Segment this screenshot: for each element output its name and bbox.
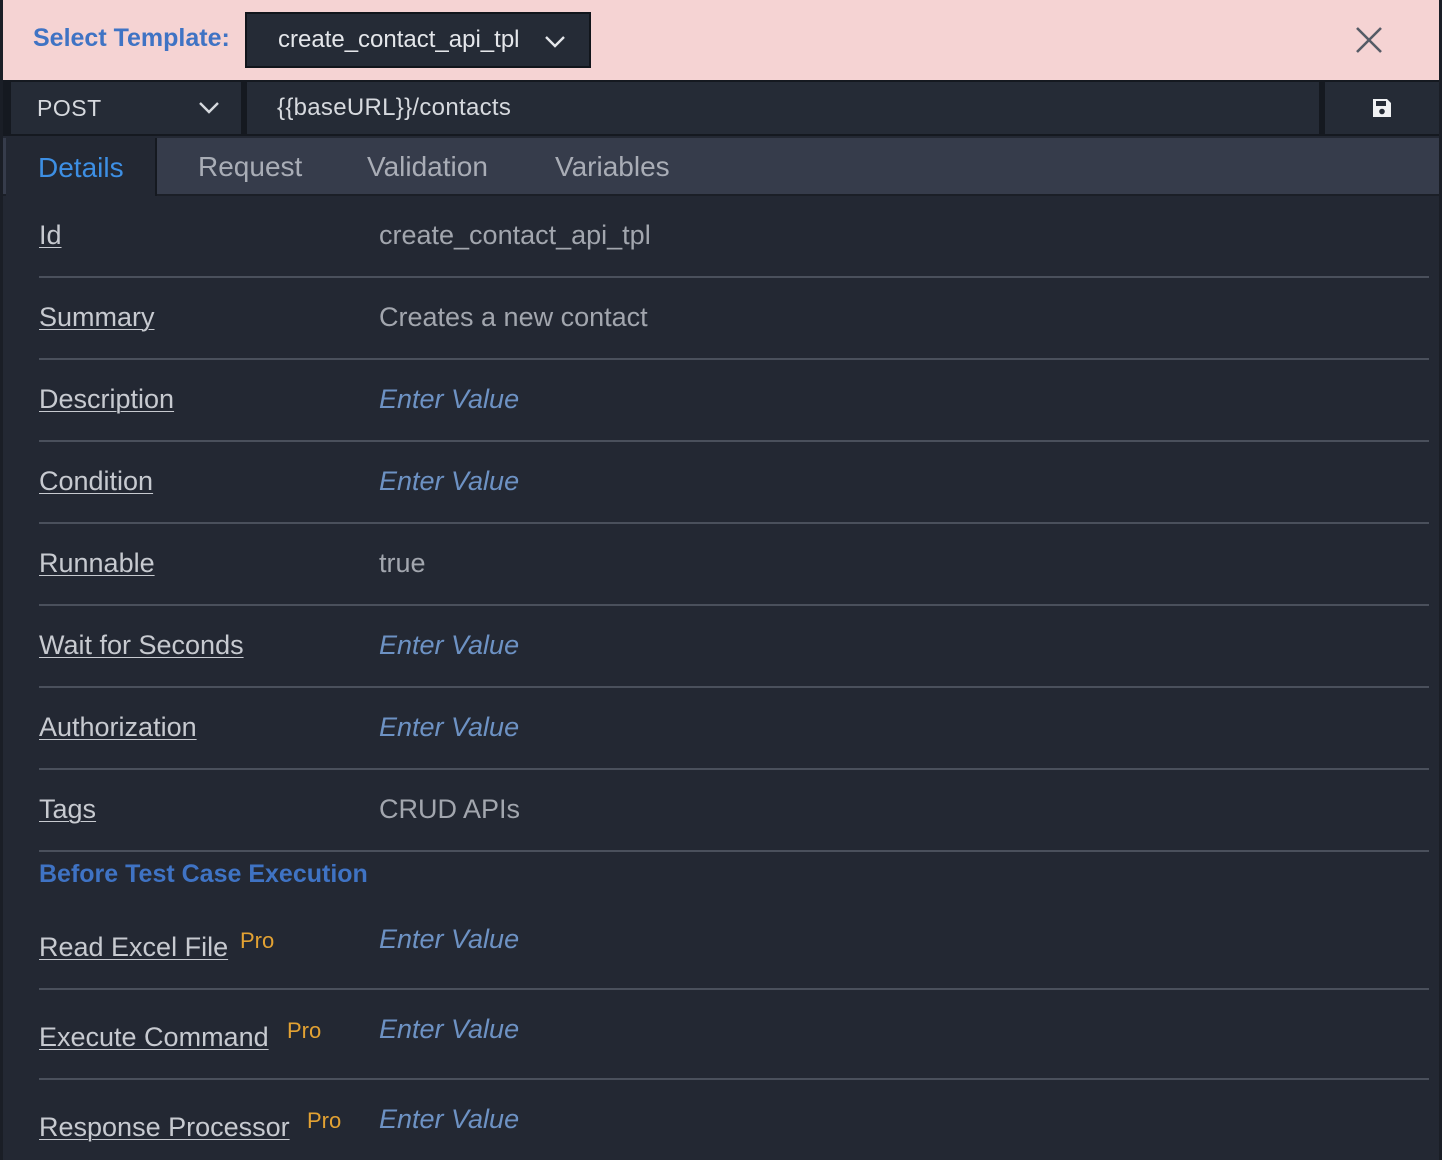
detail-label[interactable]: Read Excel File (39, 932, 228, 963)
url-value: {{baseURL}}/contacts (277, 94, 512, 121)
detail-row-response-processor: Response Processor Pro Enter Value (39, 1080, 1429, 1160)
detail-value[interactable]: Enter Value (379, 924, 519, 955)
detail-value[interactable]: create_contact_api_tpl (379, 220, 651, 251)
detail-value[interactable]: Creates a new contact (379, 302, 648, 333)
detail-label[interactable]: Summary (39, 302, 155, 333)
template-dropdown[interactable]: create_contact_api_tpl (245, 12, 591, 68)
http-method-value: POST (37, 94, 102, 121)
detail-row-id: Id create_contact_api_tpl (39, 196, 1429, 278)
before-execution-section-title: Before Test Case Execution (39, 860, 368, 888)
tab-variables-label: Variables (555, 151, 670, 182)
details-panel: Id create_contact_api_tpl Summary Create… (3, 196, 1439, 1160)
detail-label[interactable]: Execute Command (39, 1022, 269, 1053)
pro-badge: Pro (287, 1018, 322, 1043)
http-method-dropdown[interactable]: POST (11, 82, 241, 134)
detail-label[interactable]: Authorization (39, 712, 197, 743)
detail-label[interactable]: Wait for Seconds (39, 630, 244, 661)
detail-value[interactable]: Enter Value (379, 384, 519, 415)
template-header: Select Template: create_contact_api_tpl (3, 0, 1439, 80)
tab-validation-label: Validation (367, 151, 488, 182)
pro-badge: Pro (240, 928, 275, 953)
detail-value[interactable]: Enter Value (379, 712, 519, 743)
tab-request-label: Request (198, 151, 303, 182)
detail-row-wait-for-seconds: Wait for Seconds Enter Value (39, 606, 1429, 688)
detail-value[interactable]: Enter Value (379, 1014, 519, 1045)
tab-variables[interactable]: Variables (555, 138, 670, 196)
detail-label[interactable]: Condition (39, 466, 153, 497)
pro-badge: Pro (307, 1108, 342, 1133)
url-input[interactable]: {{baseURL}}/contacts (247, 82, 1319, 134)
save-icon (1373, 99, 1391, 117)
template-dropdown-value: create_contact_api_tpl (278, 26, 520, 53)
detail-value[interactable]: Enter Value (379, 466, 519, 497)
detail-label[interactable]: Tags (39, 794, 96, 825)
detail-row-summary: Summary Creates a new contact (39, 278, 1429, 360)
chevron-down-icon (545, 36, 565, 48)
detail-value[interactable]: Enter Value (379, 1104, 519, 1135)
tab-details[interactable]: Details (6, 138, 157, 198)
tab-bar: Details Request Validation Variables (3, 138, 1439, 198)
detail-row-condition: Condition Enter Value (39, 442, 1429, 524)
detail-row-description: Description Enter Value (39, 360, 1429, 442)
select-template-label: Select Template: (33, 24, 230, 52)
detail-value[interactable]: CRUD APIs (379, 794, 520, 825)
detail-row-read-excel-file: Read Excel File Pro Enter Value (39, 898, 1429, 990)
detail-label[interactable]: Response Processor (39, 1112, 290, 1143)
detail-label[interactable]: Runnable (39, 548, 155, 579)
detail-label[interactable]: Description (39, 384, 174, 415)
detail-row-tags: Tags CRUD APIs (39, 770, 1429, 852)
detail-row-runnable: Runnable true (39, 524, 1429, 606)
tab-request[interactable]: Request (198, 138, 302, 196)
detail-value[interactable]: true (379, 548, 426, 579)
detail-row-execute-command: Execute Command Pro Enter Value (39, 990, 1429, 1080)
detail-row-authorization: Authorization Enter Value (39, 688, 1429, 770)
request-bar: POST {{baseURL}}/contacts (3, 80, 1439, 136)
detail-value[interactable]: Enter Value (379, 630, 519, 661)
save-button[interactable] (1325, 82, 1439, 134)
tab-details-label: Details (38, 152, 124, 183)
close-icon[interactable] (1351, 22, 1387, 58)
template-editor-panel: Select Template: create_contact_api_tpl … (0, 0, 1442, 1160)
detail-label[interactable]: Id (39, 220, 62, 251)
chevron-down-icon (199, 102, 219, 114)
tab-validation[interactable]: Validation (367, 138, 488, 196)
